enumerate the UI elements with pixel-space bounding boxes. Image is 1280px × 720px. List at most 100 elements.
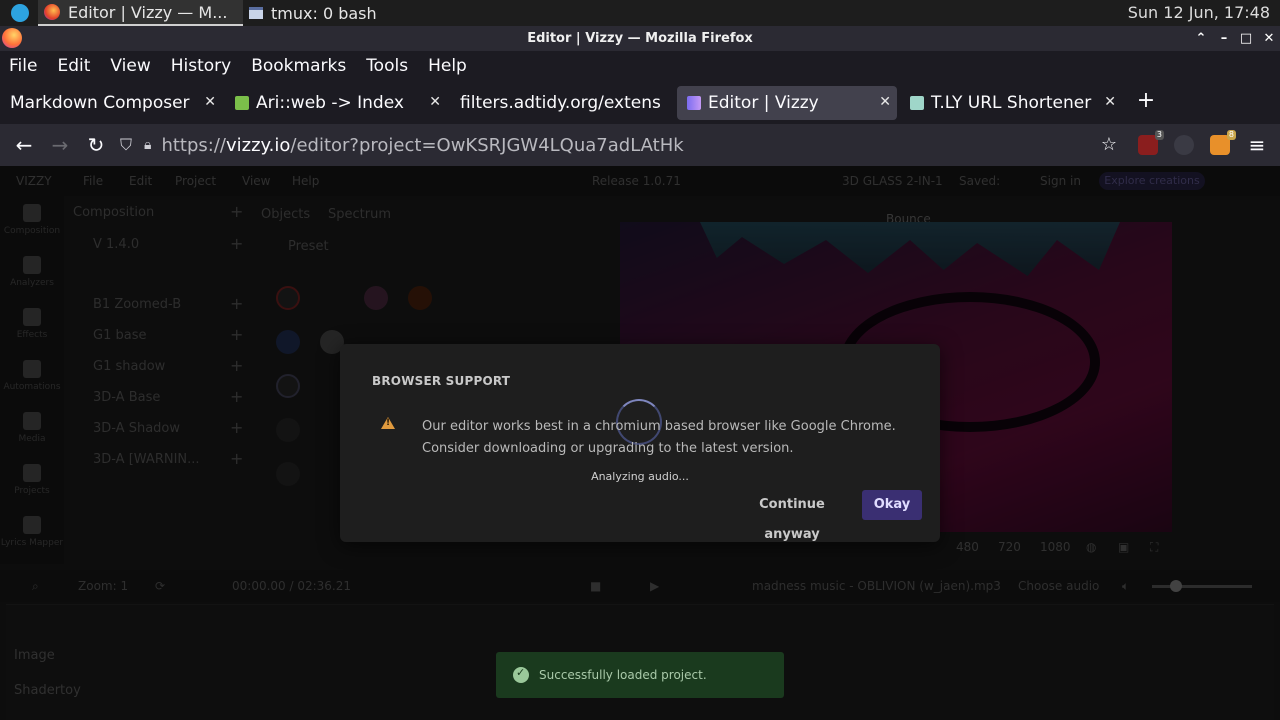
url-field[interactable]: ⛉ 🔒︎ https://vizzy.io/editor?project=OwK…	[120, 130, 1128, 160]
comp-row[interactable]: V 1.4.0	[93, 237, 139, 257]
rail-composition[interactable]: Composition	[0, 200, 64, 252]
preset-item[interactable]	[276, 374, 300, 398]
menu-bookmarks[interactable]: Bookmarks	[251, 56, 346, 76]
zoom-icon[interactable]: ⌕	[32, 579, 39, 594]
rail-lyrics-mapper[interactable]: Lyrics Mapper	[0, 512, 64, 564]
maximize-icon[interactable]: □	[1235, 26, 1257, 51]
success-toast: Successfully loaded project.	[496, 652, 784, 698]
app-header: VIZZY File Edit Project View Help Releas…	[0, 166, 1280, 196]
stop-icon[interactable]: ■	[590, 579, 601, 593]
fullscreen-icon[interactable]: ⛶	[1150, 540, 1158, 555]
left-rail: Composition Analyzers Effects Automation…	[0, 196, 64, 564]
tab-label: Editor | Vizzy	[708, 93, 819, 113]
minimize-icon[interactable]: –	[1213, 26, 1235, 51]
explore-creations-button[interactable]: Explore creations	[1099, 172, 1205, 190]
tab-close-icon[interactable]: ✕	[879, 94, 891, 110]
sign-in-link[interactable]: Sign in	[1040, 174, 1081, 188]
close-icon[interactable]: ✕	[1258, 26, 1280, 51]
comp-row[interactable]: 3D-A Shadow	[93, 421, 180, 441]
pip-icon[interactable]: ▣	[1118, 540, 1129, 554]
lock-icon[interactable]: 🔒︎	[144, 137, 151, 153]
preset-item[interactable]	[408, 286, 432, 310]
globe-icon[interactable]: ◍	[1086, 540, 1096, 554]
app-launcher-icon[interactable]	[11, 4, 29, 22]
tab-editor-vizzy[interactable]: Editor | Vizzy ✕	[677, 86, 897, 120]
app-menu-help[interactable]: Help	[292, 174, 319, 188]
rail-effects[interactable]: Effects	[0, 304, 64, 356]
res-720[interactable]: 720	[998, 540, 1021, 554]
add-icon[interactable]: +	[230, 294, 243, 313]
privacy-glasses-icon[interactable]	[1174, 135, 1194, 155]
add-icon[interactable]: +	[230, 356, 243, 375]
preset-item[interactable]	[364, 286, 388, 310]
tab-close-icon[interactable]: ✕	[204, 94, 216, 110]
app-menu-edit[interactable]: Edit	[129, 174, 152, 188]
comp-row[interactable]: G1 shadow	[93, 359, 165, 379]
continue-anyway-button[interactable]: Continue anyway	[736, 490, 848, 542]
clock: Sun 12 Jun, 17:48	[1127, 3, 1270, 22]
os-top-bar: Editor | Vizzy — M... tmux: 0 bash Sun 1…	[0, 0, 1280, 26]
app-menu-view[interactable]: View	[242, 174, 270, 188]
tab-close-icon[interactable]: ✕	[1104, 94, 1116, 110]
volume-knob[interactable]	[1170, 580, 1182, 592]
media-icon	[23, 412, 41, 430]
window-title: Editor | Vizzy — Mozilla Firefox	[527, 31, 753, 46]
extension-cup-icon[interactable]: 8	[1210, 130, 1236, 155]
comp-row[interactable]: 3D-A [WARNIN...	[93, 452, 200, 472]
tab-tly[interactable]: T.LY URL Shortener ✕	[900, 86, 1122, 120]
choose-audio-button[interactable]: Choose audio	[1018, 579, 1099, 593]
new-tab-button[interactable]: +	[1136, 88, 1156, 116]
dialog-message: Our editor works best in a chromium base…	[422, 416, 902, 460]
rail-label: Projects	[14, 486, 50, 496]
preset-item[interactable]	[276, 330, 300, 354]
menu-help[interactable]: Help	[428, 56, 467, 76]
menu-history[interactable]: History	[171, 56, 231, 76]
os-window-tmux[interactable]: tmux: 0 bash	[243, 0, 443, 26]
tab-markdown-composer[interactable]: Markdown Composer ✕	[0, 86, 222, 120]
add-icon[interactable]: +	[230, 418, 243, 437]
tly-icon	[910, 96, 924, 110]
rail-media[interactable]: Media	[0, 408, 64, 460]
app-menu-file[interactable]: File	[83, 174, 103, 188]
os-window-firefox[interactable]: Editor | Vizzy — M...	[38, 0, 243, 26]
minimize-up-icon[interactable]: ⌃	[1190, 26, 1212, 51]
res-1080[interactable]: 1080	[1040, 540, 1071, 554]
menu-edit[interactable]: Edit	[57, 56, 90, 76]
tab-ari-web[interactable]: Ari::web -> Index ✕	[225, 86, 447, 120]
ublock-icon[interactable]: 3	[1138, 130, 1164, 155]
add-icon[interactable]: +	[230, 449, 243, 468]
preset-item[interactable]	[276, 462, 300, 486]
rail-automations[interactable]: Automations	[0, 356, 64, 408]
reload-icon[interactable]: ↻	[84, 133, 108, 157]
res-480[interactable]: 480	[956, 540, 979, 554]
browser-support-dialog: BROWSER SUPPORT Our editor works best in…	[340, 344, 940, 542]
preset-item[interactable]	[276, 418, 300, 442]
hamburger-menu-icon[interactable]: ≡	[1245, 133, 1269, 157]
bookmark-star-icon[interactable]: ☆	[1097, 133, 1121, 157]
comp-row[interactable]: B1 Zoomed-B	[93, 297, 181, 317]
add-icon[interactable]: +	[230, 325, 243, 344]
forward-icon[interactable]: →	[48, 133, 72, 157]
menu-tools[interactable]: Tools	[366, 56, 408, 76]
play-icon[interactable]: ▶	[650, 579, 659, 593]
preset-item[interactable]	[276, 286, 300, 310]
comp-row[interactable]: 3D-A Base	[93, 390, 160, 410]
add-icon[interactable]: +	[230, 234, 243, 253]
tab-filters-adtidy[interactable]: filters.adtidy.org/extens	[450, 86, 675, 120]
vizzy-app: VIZZY File Edit Project View Help Releas…	[0, 166, 1280, 720]
okay-button[interactable]: Okay	[862, 490, 922, 520]
menu-view[interactable]: View	[110, 56, 150, 76]
loop-icon[interactable]: ⟳	[155, 579, 165, 593]
rail-analyzers[interactable]: Analyzers	[0, 252, 64, 304]
menu-file[interactable]: File	[9, 56, 37, 76]
back-icon[interactable]: ←	[12, 133, 36, 157]
app-menu-project[interactable]: Project	[175, 174, 216, 188]
tab-close-icon[interactable]: ✕	[429, 94, 441, 110]
comp-row[interactable]: G1 base	[93, 328, 146, 348]
volume-slider[interactable]	[1152, 585, 1252, 588]
add-icon[interactable]: +	[230, 202, 243, 221]
volume-icon[interactable]: 🔈︎	[1122, 579, 1129, 594]
add-icon[interactable]: +	[230, 387, 243, 406]
shield-icon[interactable]: ⛉	[120, 135, 132, 155]
rail-projects[interactable]: Projects	[0, 460, 64, 512]
